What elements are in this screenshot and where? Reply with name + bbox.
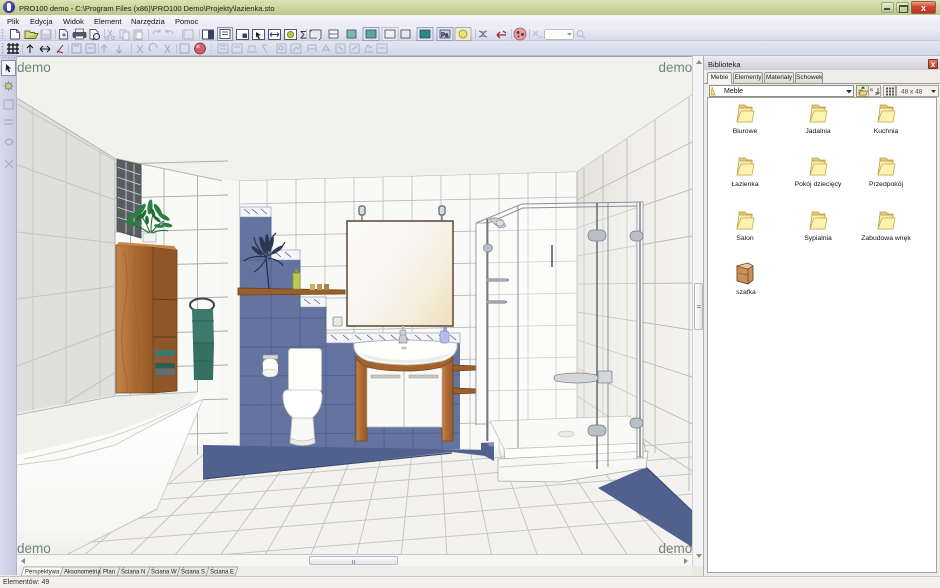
svg-text:Kuchnia: Kuchnia bbox=[874, 128, 899, 135]
svg-text:Ściana S: Ściana S bbox=[181, 568, 205, 576]
svg-text:Przedpokój: Przedpokój bbox=[869, 181, 903, 188]
svg-text:Ściana W: Ściana W bbox=[151, 568, 177, 576]
svg-text:Ściana N: Ściana N bbox=[121, 568, 145, 576]
svg-text:Łazienka: Łazienka bbox=[731, 181, 758, 188]
svg-text:Aksonometria: Aksonometria bbox=[64, 570, 101, 576]
svg-text:szafka: szafka bbox=[736, 289, 756, 296]
svg-text:Perspektywa: Perspektywa bbox=[25, 570, 60, 576]
svg-text:demo: demo bbox=[659, 60, 693, 75]
svg-text:demo: demo bbox=[17, 60, 51, 75]
svg-text:Sypialnia: Sypialnia bbox=[804, 235, 832, 242]
svg-text:Ściana E: Ściana E bbox=[210, 568, 234, 576]
svg-text:Salon: Salon bbox=[736, 235, 754, 242]
svg-text:Plan: Plan bbox=[103, 570, 115, 576]
svg-text:a: a bbox=[870, 87, 873, 93]
svg-text:Pa: Pa bbox=[441, 33, 449, 39]
svg-text:48 x 48: 48 x 48 bbox=[901, 89, 923, 96]
svg-text:Zabudowa wnęk: Zabudowa wnęk bbox=[861, 235, 911, 242]
svg-text:Pokój dziecięcy: Pokój dziecięcy bbox=[795, 181, 842, 188]
svg-text:Σ: Σ bbox=[300, 30, 307, 42]
svg-text:Jadalnia: Jadalnia bbox=[805, 128, 831, 135]
svg-text:Biurowe: Biurowe bbox=[733, 128, 758, 135]
